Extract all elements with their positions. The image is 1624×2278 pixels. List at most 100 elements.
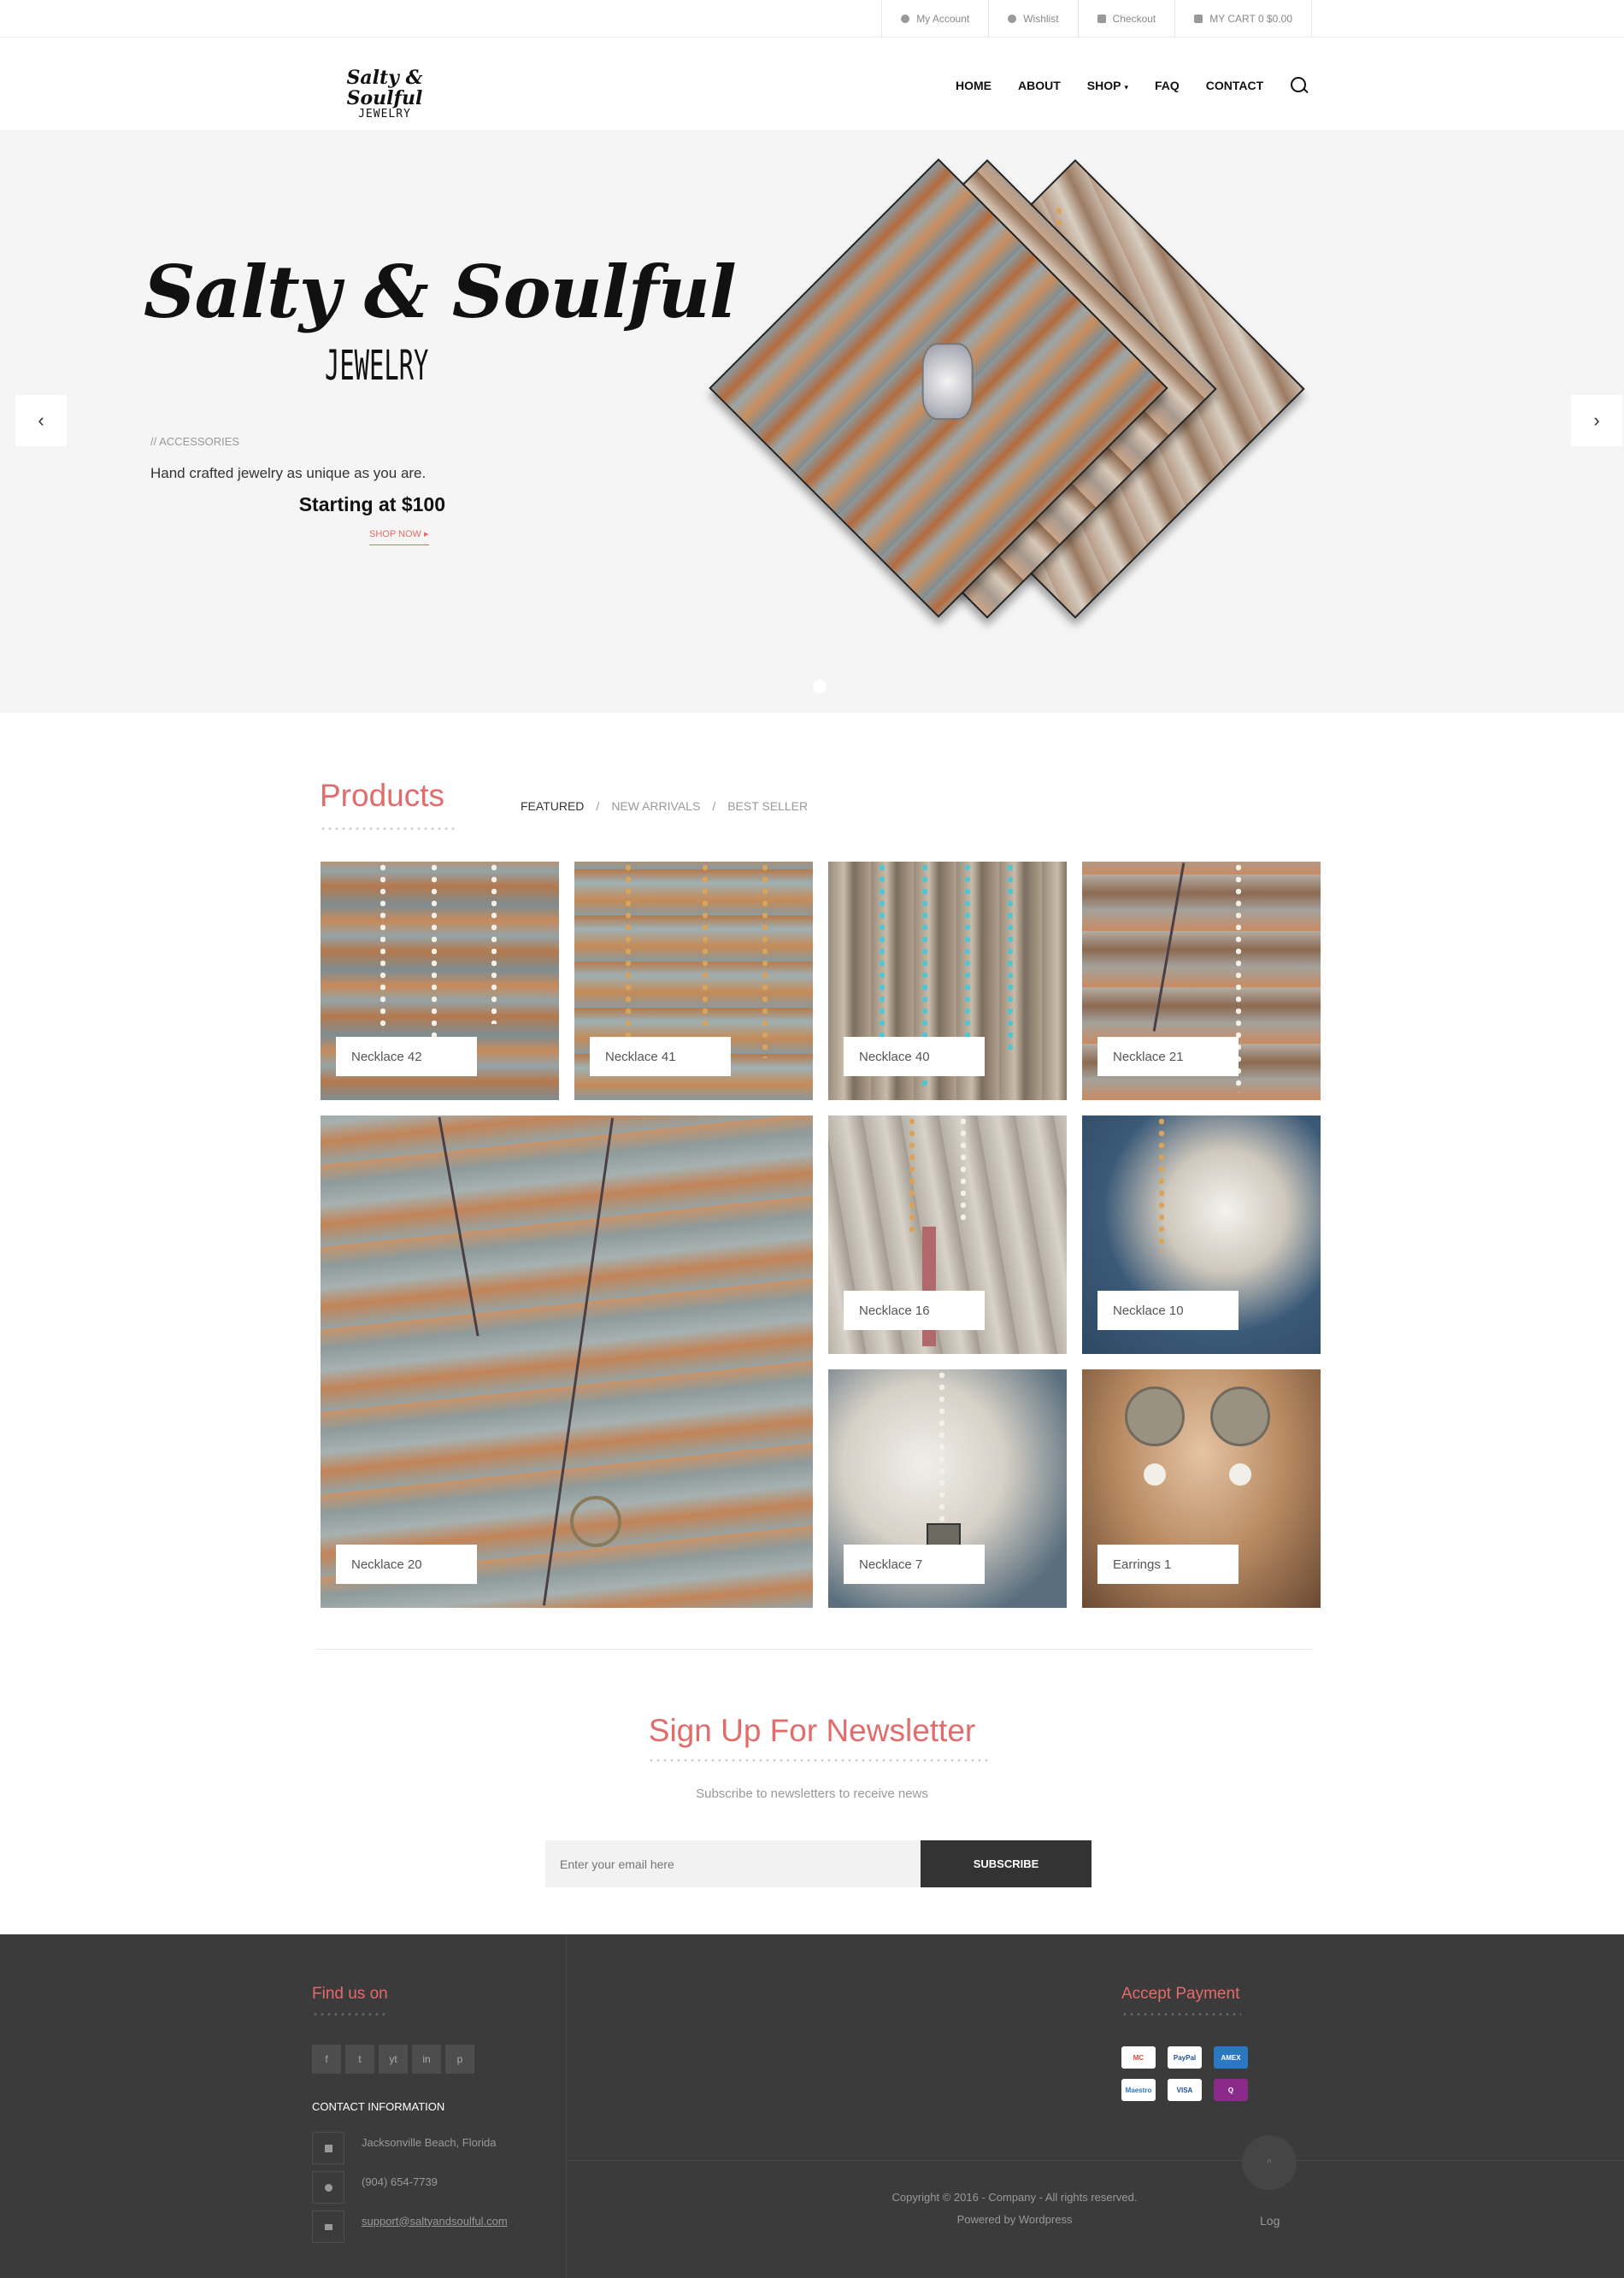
hero-slider: ‹ › Salty & Soulful JEWELRY // ACCESSORI… xyxy=(0,130,1624,713)
nav-contact[interactable]: CONTACT xyxy=(1206,79,1263,92)
necklace-ring xyxy=(570,1496,621,1547)
logo-line1: Salty & Soulful xyxy=(346,67,423,109)
products-title-underline xyxy=(320,827,456,830)
nav-shop[interactable]: SHOP ▾ xyxy=(1087,79,1128,92)
product-label: Necklace 41 xyxy=(590,1037,731,1076)
checkout-label: Checkout xyxy=(1112,13,1156,25)
nav-shop-label: SHOP xyxy=(1086,79,1121,92)
necklace-chain xyxy=(909,1115,915,1235)
home-icon xyxy=(312,2132,344,2164)
hero-tagline: Hand crafted jewelry as unique as you ar… xyxy=(150,465,427,481)
earring-pearl xyxy=(1144,1463,1166,1486)
slider-next-button[interactable]: › xyxy=(1571,395,1622,446)
lock-icon xyxy=(1097,15,1106,23)
slider-prev-button[interactable]: ‹ xyxy=(15,395,67,446)
product-tile[interactable]: Earrings 1 xyxy=(1082,1369,1321,1608)
product-tile[interactable]: Necklace 10 xyxy=(1082,1115,1321,1354)
products-title: Products xyxy=(320,778,445,813)
paypal-icon: PayPal xyxy=(1168,2046,1202,2069)
necklace-chain xyxy=(939,1369,944,1532)
mastercard-icon: MC xyxy=(1121,2046,1156,2069)
back-to-top-button[interactable]: ^ xyxy=(1242,2135,1297,2190)
top-bar: My Account Wishlist Checkout MY CART 0 $… xyxy=(0,0,1624,38)
necklace-cord xyxy=(1152,862,1186,1032)
hero-subtitle: JEWELRY xyxy=(325,342,429,390)
nav-about[interactable]: ABOUT xyxy=(1018,79,1061,92)
necklace-chain xyxy=(380,862,385,1033)
slider-dot[interactable] xyxy=(813,680,827,693)
accept-payment-title: Accept Payment xyxy=(1121,1985,1240,2003)
product-tile[interactable]: Necklace 7 xyxy=(828,1369,1067,1608)
shop-now-label: SHOP NOW xyxy=(369,529,421,539)
payment-q-icon: Q xyxy=(1214,2079,1248,2101)
necklace-chain xyxy=(961,1115,966,1227)
social-links: f t yt in p xyxy=(312,2045,474,2074)
necklace-chain xyxy=(432,862,437,1058)
caret-right-icon: ▸ xyxy=(423,529,429,539)
contact-email[interactable]: support@saltyandsoulful.com xyxy=(362,2215,508,2228)
product-tile[interactable]: Necklace 40 xyxy=(828,862,1067,1100)
logo[interactable]: Salty & Soulful JEWELRY xyxy=(316,67,453,121)
header: Salty & Soulful JEWELRY HOME ABOUT SHOP ▾… xyxy=(0,38,1624,130)
earring-coin xyxy=(1125,1386,1185,1446)
amex-icon: AMEX xyxy=(1214,2046,1248,2069)
earring-pearl xyxy=(1229,1463,1251,1486)
product-tile[interactable]: Necklace 16 xyxy=(828,1115,1067,1354)
facebook-icon[interactable]: f xyxy=(312,2045,341,2074)
product-tabs: FEATURED / NEW ARRIVALS / BEST SELLER xyxy=(521,799,808,813)
contact-email-row: support@saltyandsoulful.com xyxy=(312,2210,508,2243)
basket-icon xyxy=(1194,15,1203,23)
search-icon[interactable] xyxy=(1290,76,1309,95)
tab-featured[interactable]: FEATURED xyxy=(521,799,584,813)
my-account-link[interactable]: My Account xyxy=(881,0,988,38)
contact-address-row: Jacksonville Beach, Florida xyxy=(312,2132,497,2164)
youtube-icon[interactable]: yt xyxy=(379,2045,408,2074)
contact-address: Jacksonville Beach, Florida xyxy=(362,2135,497,2149)
contact-phone: (904) 654-7739 xyxy=(362,2175,438,2188)
hero-price: Starting at $100 xyxy=(298,493,445,515)
powered-by: Powered by Wordpress xyxy=(956,2213,1073,2226)
necklace-chain xyxy=(626,862,631,1067)
phone-icon xyxy=(312,2171,344,2204)
product-label: Necklace 20 xyxy=(336,1545,477,1584)
pinterest-icon[interactable]: p xyxy=(445,2045,474,2074)
product-tile[interactable]: Necklace 20 xyxy=(321,1115,813,1608)
nav-faq[interactable]: FAQ xyxy=(1155,79,1180,92)
find-us-underline xyxy=(312,2013,389,2016)
newsletter-subtitle: Subscribe to newsletters to receive news xyxy=(696,1786,928,1801)
tab-new-arrivals[interactable]: NEW ARRIVALS xyxy=(611,799,700,813)
my-account-label: My Account xyxy=(916,13,970,25)
logo-line2: JEWELRY xyxy=(358,108,411,121)
product-tile[interactable]: Necklace 21 xyxy=(1082,862,1321,1100)
footer-divider-vertical xyxy=(566,1934,567,2278)
checkout-link[interactable]: Checkout xyxy=(1077,0,1175,38)
nav-home[interactable]: HOME xyxy=(956,79,991,92)
tab-best-seller[interactable]: BEST SELLER xyxy=(727,799,808,813)
subscribe-button[interactable]: SUBSCRIBE xyxy=(921,1840,1091,1887)
mail-icon xyxy=(312,2210,344,2243)
twitter-icon[interactable]: t xyxy=(345,2045,374,2074)
necklace-chain xyxy=(1008,862,1013,1050)
email-input[interactable] xyxy=(545,1840,921,1887)
contact-phone-row: (904) 654-7739 xyxy=(312,2171,438,2204)
user-icon xyxy=(901,15,910,23)
hero-crystal xyxy=(921,343,974,421)
footer-divider-horizontal xyxy=(566,2160,1624,2161)
main-nav: HOME ABOUT SHOP ▾ FAQ CONTACT xyxy=(956,76,1309,95)
linkedin-icon[interactable]: in xyxy=(412,2045,441,2074)
product-label: Necklace 10 xyxy=(1097,1291,1239,1330)
log-link[interactable]: Log xyxy=(1260,2214,1280,2228)
footer xyxy=(0,1934,1624,2278)
product-tile[interactable]: Necklace 41 xyxy=(574,862,813,1100)
accept-payment-underline xyxy=(1121,2013,1241,2016)
cart-link[interactable]: MY CART 0 $0.00 xyxy=(1174,0,1312,38)
shop-now-link[interactable]: SHOP NOW ▸ xyxy=(369,528,429,545)
wishlist-link[interactable]: Wishlist xyxy=(988,0,1077,38)
hero-category: // ACCESSORIES xyxy=(150,435,240,448)
copyright: Copyright © 2016 - Company - All rights … xyxy=(891,2191,1138,2204)
wishlist-label: Wishlist xyxy=(1023,13,1059,25)
product-label: Necklace 40 xyxy=(844,1037,985,1076)
section-divider xyxy=(316,1649,1312,1650)
dropdown-caret-icon: ▾ xyxy=(1124,83,1128,91)
product-tile[interactable]: Necklace 42 xyxy=(321,862,559,1100)
